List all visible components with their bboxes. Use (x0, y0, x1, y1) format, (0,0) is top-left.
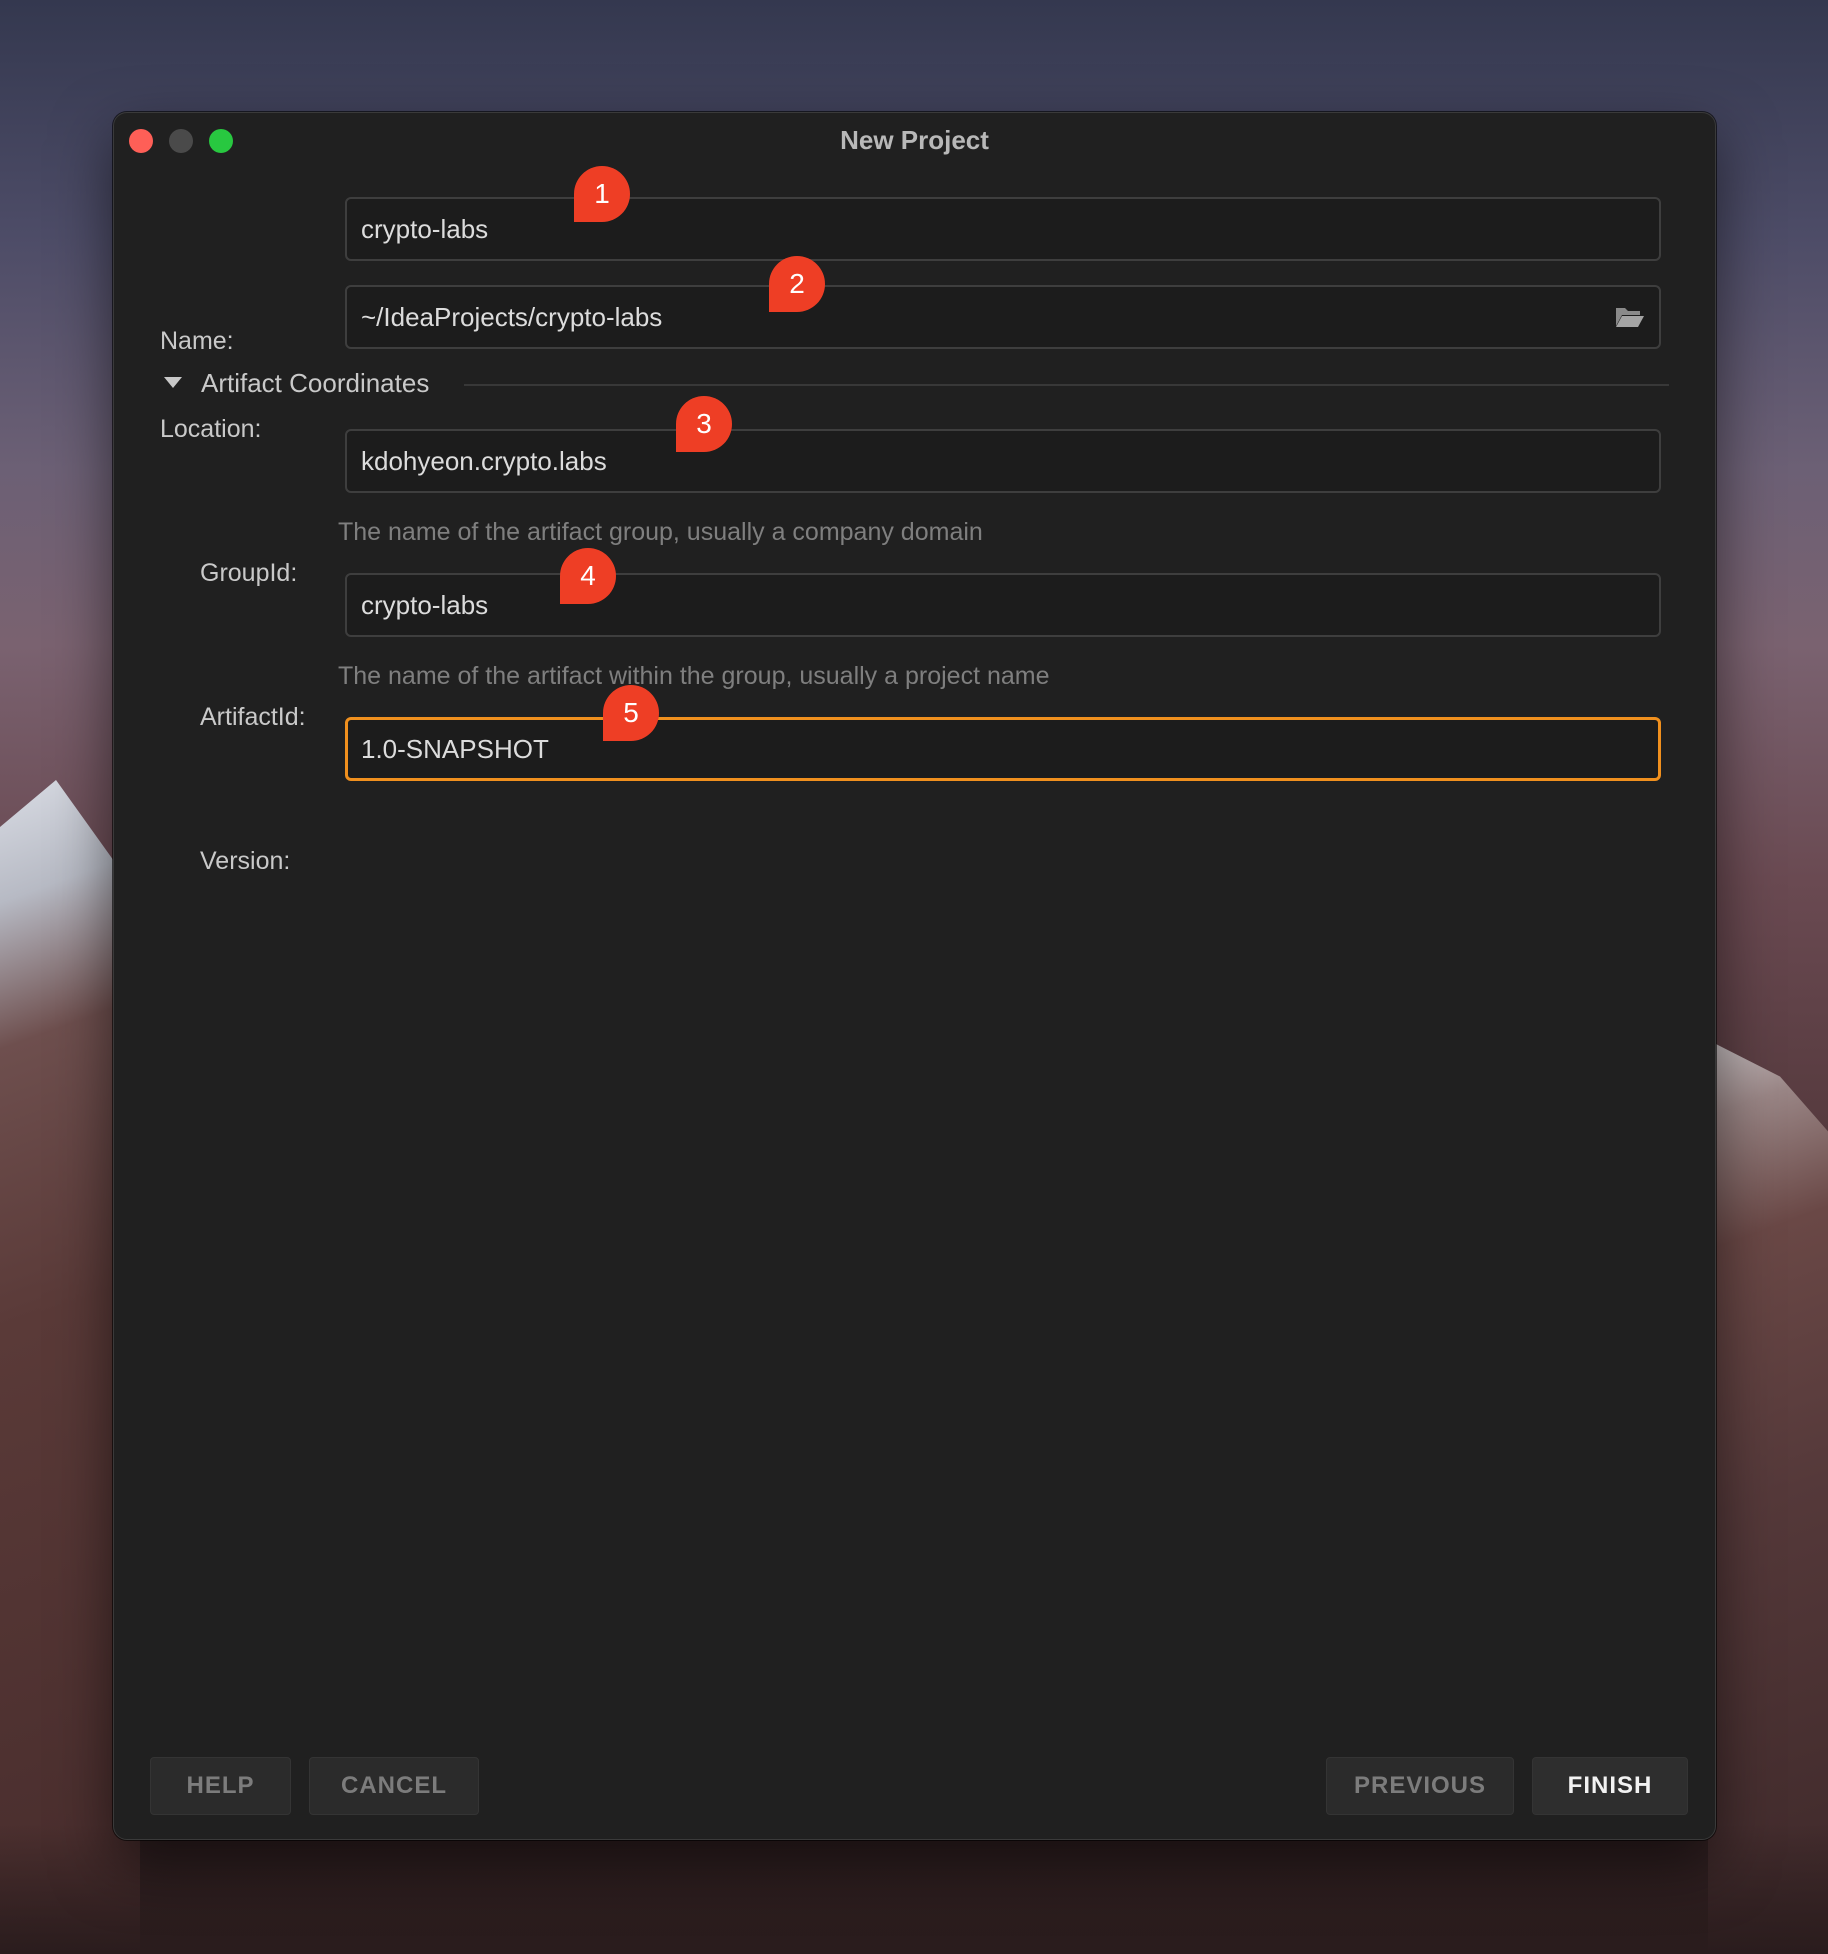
folder-open-icon[interactable] (1615, 305, 1645, 329)
background-ground (0, 1824, 1828, 1954)
help-button[interactable]: HELP (150, 1757, 291, 1815)
cancel-button[interactable]: CANCEL (309, 1757, 479, 1815)
artifact-id-help: The name of the artifact within the grou… (338, 662, 1050, 690)
previous-button[interactable]: PREVIOUS (1326, 1757, 1514, 1815)
name-label: Name: (160, 327, 234, 355)
background-mountain-right (1708, 1040, 1828, 1954)
section-divider (464, 384, 1669, 386)
section-label: Artifact Coordinates (201, 368, 430, 398)
group-id-input[interactable] (345, 429, 1661, 493)
callout-badge-3: 3 (676, 396, 732, 452)
artifact-coordinates-section[interactable]: Artifact Coordinates (164, 367, 1669, 401)
chevron-down-icon[interactable] (164, 377, 182, 388)
location-value: ~/IdeaProjects/crypto-labs (361, 302, 663, 332)
group-id-help: The name of the artifact group, usually … (338, 518, 983, 546)
title-bar: New Project (114, 113, 1715, 167)
location-input[interactable]: ~/IdeaProjects/crypto-labs (345, 285, 1661, 349)
callout-badge-5: 5 (603, 685, 659, 741)
artifact-id-label: ArtifactId: (200, 703, 306, 731)
version-label: Version: (200, 847, 291, 875)
finish-button[interactable]: FINISH (1532, 1757, 1688, 1815)
version-input[interactable] (345, 717, 1661, 781)
callout-badge-1: 1 (574, 166, 630, 222)
new-project-dialog: New Project Name: Location: ~/IdeaProjec… (113, 112, 1716, 1840)
window-title: New Project (840, 125, 989, 155)
artifact-id-input[interactable] (345, 573, 1661, 637)
callout-badge-2: 2 (769, 256, 825, 312)
name-input[interactable] (345, 197, 1661, 261)
location-label: Location: (160, 415, 262, 443)
callout-badge-4: 4 (560, 548, 616, 604)
group-id-label: GroupId: (200, 559, 298, 587)
